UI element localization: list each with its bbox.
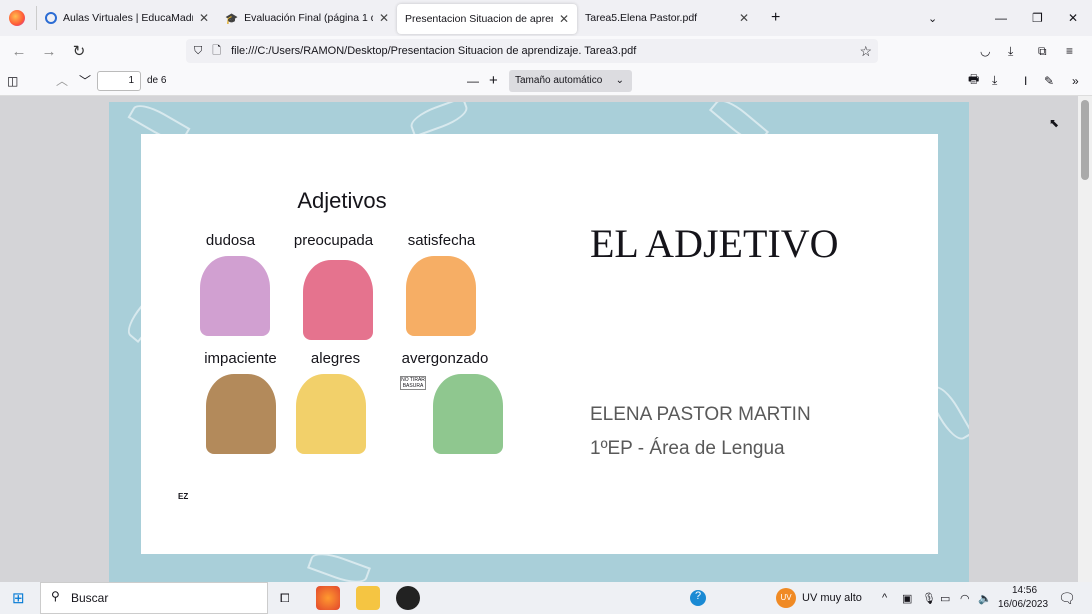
more-tools-icon[interactable]: » <box>1072 74 1079 88</box>
educamadrid-icon <box>45 12 57 24</box>
tab-bar: Aulas Virtuales | EducaMadrid ✕ 🎓 Evaluaci… <box>0 0 1092 36</box>
new-tab-button[interactable]: + <box>771 9 780 27</box>
address-bar[interactable]: ⛉ 🗋 file:///C:/Users/RAMON/Desktop/Prese… <box>186 39 878 63</box>
minimize-button[interactable]: — <box>995 11 1007 25</box>
forward-button[interactable]: → <box>34 43 64 60</box>
adjective-label: satisfecha <box>407 232 476 249</box>
firefox-taskbar-icon[interactable] <box>316 586 340 610</box>
tab-label: Presentacion Situacion de aprendizaje. T… <box>405 13 553 25</box>
adjective-label: avergonzado <box>401 350 489 367</box>
close-tab-icon[interactable]: ✕ <box>739 11 749 25</box>
search-icon: ⚲ <box>51 589 60 603</box>
girl-doubtful-figure <box>200 256 270 336</box>
adjective-label: impaciente <box>204 350 277 367</box>
tab-aulas-virtuales[interactable]: Aulas Virtuales | EducaMadrid ✕ <box>37 3 217 33</box>
tab-presentacion[interactable]: Presentacion Situacion de aprendizaje. T… <box>397 4 577 34</box>
close-tab-icon[interactable]: ✕ <box>199 11 209 25</box>
scrollbar[interactable] <box>1078 96 1092 582</box>
meet-icon[interactable]: ▣ <box>902 592 912 605</box>
taskbar: ⊞ ⚲ Buscar ⧠ ? UV UV muy alto ^ ▣ 🎙 ▭ ◠ 🔈… <box>0 582 1092 614</box>
downloads-icon[interactable]: ⤓ <box>1008 44 1013 59</box>
file-explorer-icon[interactable] <box>356 586 380 610</box>
task-view-icon[interactable]: ⧠ <box>280 591 290 606</box>
back-button[interactable]: ← <box>4 43 34 60</box>
shield-icon: ⛉ <box>194 44 203 57</box>
show-hidden-icons[interactable]: ^ <box>882 592 887 604</box>
girl-worried-figure <box>303 260 373 340</box>
slide-title: EL ADJETIVO <box>590 221 839 266</box>
tab-label: Tarea5.Elena Pastor.pdf <box>585 12 698 24</box>
firefox-icon[interactable] <box>9 10 25 26</box>
microphone-icon[interactable]: 🎙 <box>922 592 936 605</box>
girl-satisfied-figure <box>406 256 476 336</box>
wifi-icon[interactable]: ◠ <box>960 592 970 605</box>
clock-time[interactable]: 14:56 <box>1012 585 1037 596</box>
close-window-button[interactable]: ✕ <box>1068 11 1078 25</box>
search-placeholder: Buscar <box>71 591 109 605</box>
battery-icon[interactable]: ▭ <box>940 592 950 605</box>
bookmark-star-icon[interactable]: ☆ <box>859 43 872 60</box>
adjectives-illustration: Adjetivos dudosa preocupada satisfecha i… <box>178 174 506 514</box>
mouse-cursor-icon: ⬉ <box>1049 116 1060 130</box>
extensions-icon[interactable]: ⧉ <box>1038 44 1047 59</box>
print-icon[interactable]: 🖶 <box>968 70 979 91</box>
tab-tarea5[interactable]: Tarea5.Elena Pastor.pdf ✕ <box>577 3 757 33</box>
girl-impatient-figure <box>206 374 276 454</box>
draw-icon[interactable]: ✎ <box>1044 74 1054 88</box>
course-info: 1ºEP - Área de Lengua <box>590 438 785 459</box>
slide: Adjetivos dudosa preocupada satisfecha i… <box>141 134 938 554</box>
tab-label: Aulas Virtuales | EducaMadrid <box>63 12 193 24</box>
boy-ashamed-figure <box>433 374 503 454</box>
leaf-decoration <box>407 102 471 138</box>
zoom-in-button[interactable]: + <box>489 72 498 89</box>
adjective-label: dudosa <box>205 232 256 249</box>
zoom-select[interactable]: Tamaño automático ⌄ <box>509 70 632 92</box>
url-text[interactable]: file:///C:/Users/RAMON/Desktop/Presentac… <box>231 45 636 57</box>
adjective-label: preocupada <box>293 232 374 249</box>
next-page-button[interactable]: ﹀ <box>79 72 91 89</box>
adjective-label: alegres <box>310 350 361 367</box>
kids-happy-figure <box>296 374 366 454</box>
close-tab-icon[interactable]: ✕ <box>379 11 389 25</box>
file-icon: 🗋 <box>212 44 222 57</box>
volume-icon[interactable]: 🔈 <box>978 592 992 605</box>
app-taskbar-icon[interactable] <box>396 586 420 610</box>
pocket-icon[interactable]: ◡ <box>980 44 990 58</box>
close-tab-icon[interactable]: ✕ <box>559 12 569 26</box>
zoom-out-button[interactable]: — <box>467 74 479 88</box>
page-number-input[interactable]: 1 <box>97 71 141 91</box>
save-icon[interactable]: ⤓ <box>992 73 997 88</box>
taskbar-search[interactable]: ⚲ Buscar <box>40 582 268 614</box>
logo: EZ <box>178 492 189 501</box>
help-icon[interactable]: ? <box>690 590 706 606</box>
zoom-value: Tamaño automático <box>515 75 603 86</box>
list-tabs-button[interactable]: ⌄ <box>928 12 937 25</box>
previous-page-button[interactable]: ︿ <box>56 72 68 89</box>
page-count: de 6 <box>147 75 167 86</box>
text-tool-icon[interactable]: I <box>1024 74 1027 88</box>
pdf-viewer[interactable]: Adjetivos dudosa preocupada satisfecha i… <box>0 96 1092 582</box>
sign-text: NO TIRAR BASURA <box>400 376 426 390</box>
sidebar-toggle-icon[interactable]: ◫ <box>7 74 18 88</box>
navigation-bar: ← → ↻ ⛉ 🗋 file:///C:/Users/RAMON/Desktop… <box>0 36 1092 66</box>
pdf-toolbar: ◫ ︿ ﹀ 1 de 6 — + Tamaño automático ⌄ 🖶 ⤓ … <box>0 66 1092 96</box>
chevron-down-icon: ⌄ <box>615 75 624 86</box>
tab-evaluacion-final[interactable]: 🎓 Evaluación Final (página 1 de 4) ✕ <box>217 3 397 33</box>
weather-uv-icon: UV <box>776 588 796 608</box>
clock-date[interactable]: 16/06/2023 <box>998 599 1048 610</box>
author-name: ELENA PASTOR MARTIN <box>590 404 811 425</box>
maximize-button[interactable]: ❐ <box>1032 11 1043 25</box>
pdf-page: Adjetivos dudosa preocupada satisfecha i… <box>109 102 969 582</box>
graduation-cap-icon: 🎓 <box>225 12 239 25</box>
tab-label: Evaluación Final (página 1 de 4) <box>244 12 373 24</box>
notifications-icon[interactable]: 🗨 <box>1058 590 1076 607</box>
illustration-title: Adjetivos <box>297 188 387 213</box>
menu-icon[interactable]: ≡ <box>1066 44 1073 58</box>
weather-text[interactable]: UV muy alto <box>802 592 862 604</box>
reload-button[interactable]: ↻ <box>64 42 94 60</box>
windows-start-icon[interactable]: ⊞ <box>12 589 25 607</box>
scrollbar-thumb[interactable] <box>1081 100 1089 180</box>
